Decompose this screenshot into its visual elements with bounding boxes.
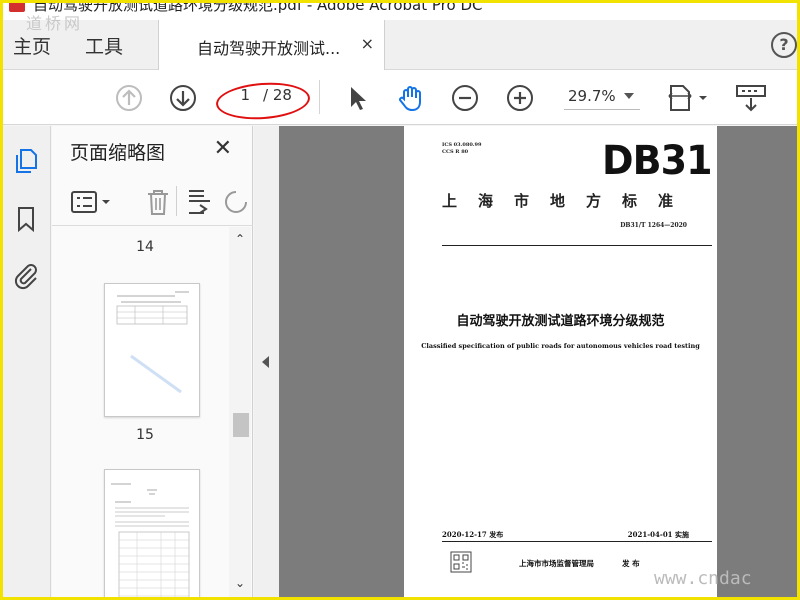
tab-document-label: 自动驾驶开放测试...	[197, 39, 341, 58]
hand-tool-icon[interactable]	[395, 82, 427, 114]
zoom-value: 29.7%	[568, 87, 616, 105]
navigation-rail	[3, 126, 51, 597]
qr-seal-icon	[450, 551, 472, 573]
zoom-out-icon[interactable]	[449, 82, 481, 114]
read-mode-icon[interactable]	[733, 82, 769, 114]
collapse-arrow-icon	[262, 356, 269, 368]
document-title: 自动驾驶开放测试道路环境分级规范	[456, 314, 665, 329]
thumbnail-page-number: 14	[136, 239, 154, 255]
close-icon[interactable]: ✕	[214, 136, 232, 161]
panel-collapse-handle[interactable]	[254, 126, 279, 597]
thumbnail-content	[111, 483, 190, 597]
db31-logo: DB31	[602, 138, 713, 184]
next-page-icon[interactable]	[167, 82, 199, 114]
publish-label: 发 布	[622, 559, 640, 568]
previous-page-icon[interactable]	[113, 82, 145, 114]
rotate-icon[interactable]	[222, 186, 254, 218]
tab-home[interactable]: 主页	[13, 32, 51, 59]
scroll-down-arrow-icon[interactable]: ⌄	[234, 577, 246, 589]
document-title-en: Classified specification of public roads…	[421, 342, 700, 350]
thumbnail-page-14[interactable]	[104, 283, 200, 417]
options-menu-icon[interactable]	[70, 186, 114, 218]
acrobat-app-icon	[9, 0, 25, 12]
ccs-line: CCS R 80	[442, 149, 469, 155]
implementation-date: 2021-04-01 实施	[627, 530, 689, 539]
panel-toolbar-divider	[176, 186, 177, 216]
thumbnail-page-15[interactable]	[104, 469, 200, 597]
thumbnail-scrollbar[interactable]: ⌃ ⌄	[229, 227, 251, 597]
toolbar: 1 / 28 29.7%	[3, 70, 797, 125]
zoom-in-icon[interactable]	[504, 82, 536, 114]
thumbnail-list[interactable]: 14 15	[52, 227, 238, 597]
tab-close-icon[interactable]: ×	[361, 34, 374, 53]
issue-date: 2020-12-17 发布	[442, 530, 504, 539]
attachment-icon[interactable]	[11, 260, 41, 290]
delete-icon[interactable]	[142, 186, 174, 218]
watermark-bottom-right: www.cndac	[654, 568, 752, 589]
standard-number: DB31/T 1264—2020	[620, 222, 687, 229]
publisher: 上海市市场监督管理局	[519, 559, 594, 568]
panel-title: 页面缩略图	[70, 142, 166, 164]
fit-page-icon[interactable]	[665, 82, 711, 114]
title-bar: 自动驾驶开放测试道路环境分级规范.pdf - Adobe Acrobat Pro…	[3, 0, 797, 20]
help-icon[interactable]: ?	[771, 32, 797, 58]
tab-document[interactable]: 自动驾驶开放测试... ×	[158, 20, 385, 70]
thumbnail-page-number: 15	[136, 427, 154, 443]
select-cursor-icon[interactable]	[341, 82, 373, 114]
document-viewport[interactable]: ICS 03.080.99 CCS R 80 DB31 上海市地方标准 DB31…	[279, 126, 797, 597]
insert-page-icon[interactable]	[184, 186, 216, 218]
ics-line: ICS 03.080.99	[442, 142, 482, 148]
footer-rule	[442, 541, 712, 542]
tab-row: 主页 工具 自动驾驶开放测试... × ?	[3, 20, 797, 70]
thumbnail-content	[116, 291, 189, 394]
local-standard-heading: 上海市地方标准	[442, 192, 695, 210]
bookmark-icon[interactable]	[11, 204, 41, 234]
window-title: 自动驾驶开放测试道路环境分级规范.pdf - Adobe Acrobat Pro…	[33, 0, 483, 14]
panel-toolbar	[52, 178, 253, 226]
thumbnails-panel: 页面缩略图 ✕ 14 15 ⌃ ⌄	[52, 126, 253, 597]
tab-tools[interactable]: 工具	[85, 32, 123, 59]
ics-code: ICS 03.080.99 CCS R 80	[442, 142, 482, 156]
page-thumbnails-icon[interactable]	[11, 146, 41, 176]
scrollbar-thumb[interactable]	[233, 413, 249, 437]
scroll-up-arrow-icon[interactable]: ⌃	[234, 233, 246, 245]
watermark-top-left: 道桥网	[26, 14, 84, 33]
chevron-down-icon	[624, 93, 634, 99]
zoom-select[interactable]: 29.7%	[564, 86, 640, 110]
toolbar-divider	[319, 80, 320, 114]
pdf-page: ICS 03.080.99 CCS R 80 DB31 上海市地方标准 DB31…	[404, 126, 717, 597]
header-rule	[442, 245, 712, 246]
